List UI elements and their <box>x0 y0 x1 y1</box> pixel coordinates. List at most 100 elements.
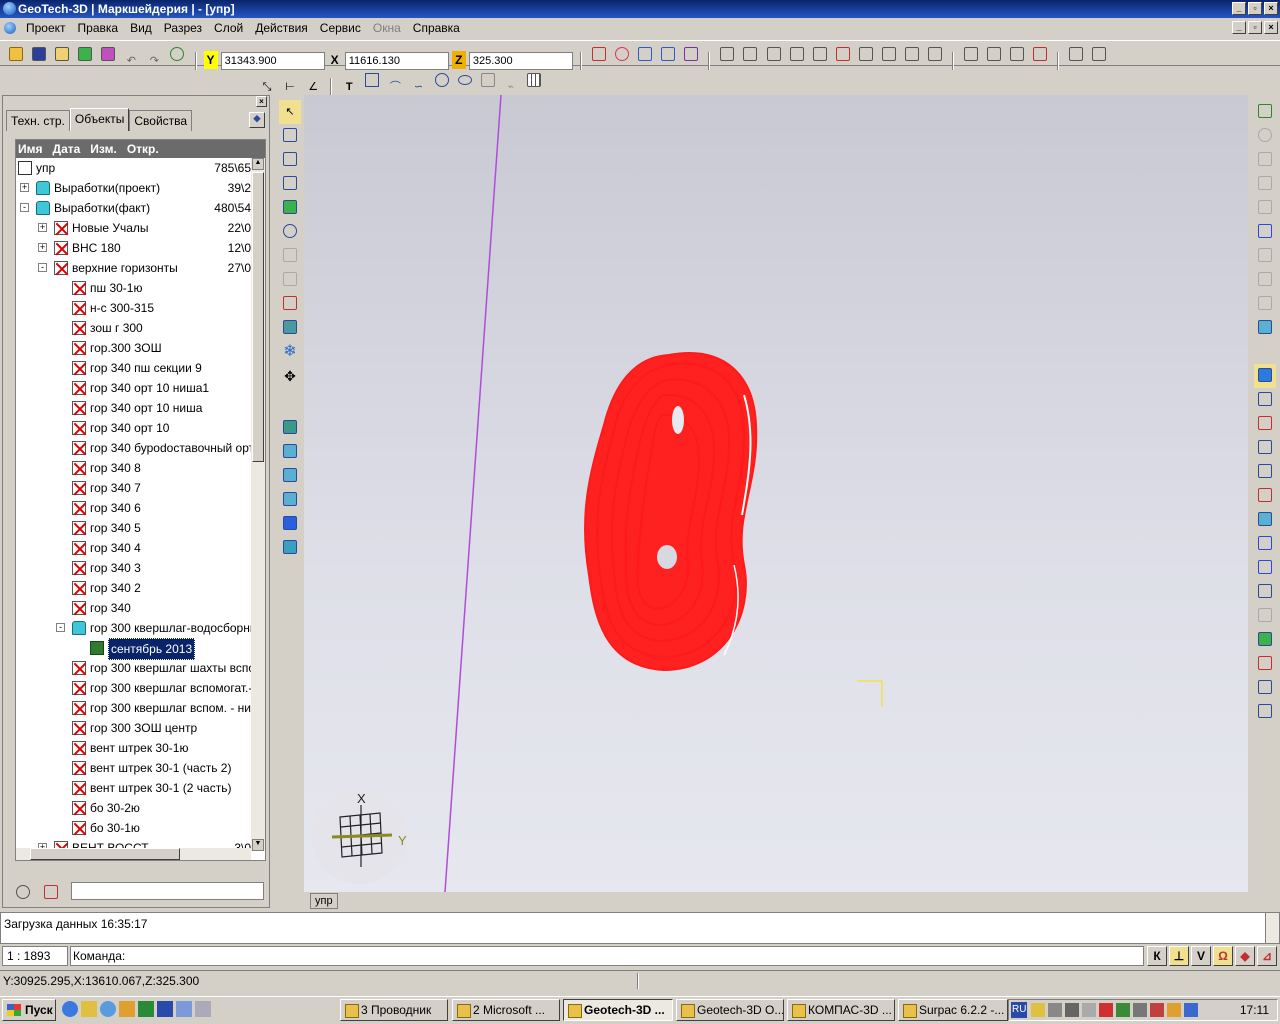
tree-row[interactable]: гор.300 ЗОШ <box>16 338 251 358</box>
snap-angle-icon[interactable]: V <box>1191 946 1211 966</box>
snowflake-icon[interactable]: ❄ <box>279 340 301 364</box>
tree-row[interactable]: + Выработки(проект) 39\2 <box>16 178 251 198</box>
layer-stack-icon[interactable] <box>279 416 301 440</box>
panel-close-button[interactable]: × <box>256 96 267 107</box>
layers-icon[interactable] <box>98 44 118 64</box>
tool-n-icon[interactable] <box>925 44 945 64</box>
tray-icon-2[interactable] <box>1048 1003 1062 1017</box>
snap-magnet-icon[interactable]: Ω <box>1213 946 1233 966</box>
ql-excel-icon[interactable] <box>138 1001 154 1017</box>
curve-icon[interactable]: ∽ <box>408 77 428 97</box>
hand-icon[interactable] <box>279 244 301 268</box>
expand-toggle-icon[interactable]: - <box>38 263 47 272</box>
tool-m-icon[interactable] <box>902 44 922 64</box>
ql-app2-icon[interactable] <box>176 1001 192 1017</box>
tool-i-icon[interactable] <box>810 44 830 64</box>
filter-icon[interactable] <box>41 882 61 902</box>
tree-row[interactable]: бо 30-2ю <box>16 798 251 818</box>
tree-row[interactable]: гор 300 ЗОШ центр <box>16 718 251 738</box>
select-node-icon[interactable] <box>279 148 301 172</box>
r-tool-14-icon[interactable] <box>1254 436 1276 460</box>
expand-toggle-icon[interactable]: - <box>56 623 65 632</box>
r-tool-11-icon[interactable] <box>1254 364 1276 388</box>
r-tool-23-icon[interactable] <box>1254 652 1276 676</box>
tool-j-icon[interactable] <box>833 44 853 64</box>
doc-minimize-button[interactable]: _ <box>1232 21 1246 34</box>
tool-a-icon[interactable] <box>589 44 609 64</box>
r-tool-25-icon[interactable] <box>1254 700 1276 724</box>
tree-row[interactable]: гор 340 <box>16 598 251 618</box>
r-tool-19-icon[interactable] <box>1254 556 1276 580</box>
tray-icon-9[interactable] <box>1167 1003 1181 1017</box>
expand-toggle-icon[interactable]: + <box>38 223 47 232</box>
object-tree[interactable]: Имя Дата Изм. Откр. упр 785\65 + Выработки(… <box>15 139 266 861</box>
tree-row[interactable]: - верхние горизонты 27\0 <box>16 258 251 278</box>
r-tool-2-icon[interactable] <box>1254 124 1276 148</box>
rectangle-icon[interactable] <box>362 70 382 90</box>
rotate-icon[interactable] <box>279 220 301 244</box>
text-icon[interactable]: T <box>339 77 359 97</box>
expand-toggle-icon[interactable]: - <box>20 203 29 212</box>
tree-row[interactable]: гор 340 орт 10 ниша1 <box>16 378 251 398</box>
r-tool-22-icon[interactable] <box>1254 628 1276 652</box>
menu-help[interactable]: Справка <box>407 18 466 38</box>
scale-field[interactable]: 1 : 1893 <box>2 946 68 966</box>
start-button[interactable]: Пуск <box>2 999 56 1021</box>
menu-layer[interactable]: Слой <box>208 18 249 38</box>
task-geotech-o[interactable]: Geotech-3D O... <box>676 999 784 1021</box>
task-surpac[interactable]: Surpac 6.2.2 -... <box>898 999 1008 1021</box>
maximize-button[interactable]: ▫ <box>1248 2 1262 15</box>
tab-objects[interactable]: Объекты <box>69 108 130 131</box>
tree-row[interactable]: гор 340 6 <box>16 498 251 518</box>
snap-ortho-icon[interactable]: ⊥ <box>1169 946 1189 966</box>
r-tool-16-icon[interactable] <box>1254 484 1276 508</box>
snap-grid-icon[interactable]: ⊿ <box>1257 946 1277 966</box>
menu-project[interactable]: Проект <box>20 18 72 38</box>
ruler-icon[interactable] <box>279 268 301 292</box>
tree-row[interactable]: гор 300 квершлаг шахты вспом <box>16 658 263 678</box>
cmd-k-button[interactable]: К <box>1147 946 1167 966</box>
3d-viewport[interactable]: X Y <box>304 95 1248 892</box>
menu-edit[interactable]: Правка <box>72 18 125 38</box>
ql-explorer-icon[interactable] <box>81 1001 97 1017</box>
language-indicator[interactable]: RU <box>1011 1002 1028 1018</box>
open-icon[interactable] <box>6 44 26 64</box>
tool-f-icon[interactable] <box>740 44 760 64</box>
tree-row[interactable]: - гор 300 квершлаг-водосборник <box>16 618 262 638</box>
panel-toggle-button[interactable]: ◆ <box>249 112 265 128</box>
r-tool-4-icon[interactable] <box>1254 172 1276 196</box>
tray-icon-1[interactable] <box>1031 1003 1045 1017</box>
snap-point-icon[interactable]: ◆ <box>1235 946 1255 966</box>
tree-row[interactable]: гор 340 5 <box>16 518 251 538</box>
doc-icon[interactable] <box>4 22 16 34</box>
tool-r-icon[interactable] <box>1066 44 1086 64</box>
tree-row[interactable]: вент штрек 30-1 (2 часть) <box>16 778 251 798</box>
frame-icon[interactable] <box>478 70 498 90</box>
tree-row[interactable]: гор 340 орт 10 ниша <box>16 398 251 418</box>
task-kompas[interactable]: КОМПАС-3D ... <box>787 999 895 1021</box>
redo-icon[interactable]: ↷ <box>144 51 164 71</box>
tray-icon-10[interactable] <box>1184 1003 1198 1017</box>
search-objects-icon[interactable] <box>13 882 33 902</box>
close-button[interactable]: × <box>1264 2 1278 15</box>
select-box-icon[interactable] <box>279 124 301 148</box>
tree-row[interactable]: вент штрек 30-1ю <box>16 738 251 758</box>
tray-icon-6[interactable] <box>1116 1003 1130 1017</box>
ellipse-icon[interactable] <box>455 70 475 90</box>
layer-c-icon[interactable] <box>279 488 301 512</box>
fill-icon[interactable] <box>279 316 301 340</box>
select-arrow-icon[interactable]: ↖ <box>279 100 301 124</box>
tree-row[interactable]: гор 340 4 <box>16 538 251 558</box>
layer-b-icon[interactable] <box>279 464 301 488</box>
tree-vscrollbar[interactable]: ▲ ▼ <box>251 158 265 851</box>
minimize-button[interactable]: _ <box>1232 2 1246 15</box>
circle-icon[interactable] <box>432 70 452 90</box>
paint-icon[interactable] <box>279 292 301 316</box>
menu-actions[interactable]: Действия <box>249 18 314 38</box>
angle-icon[interactable]: ∠ <box>303 77 323 97</box>
save-icon[interactable] <box>29 44 49 64</box>
tree-row[interactable]: н-с 300-315 <box>16 298 251 318</box>
tray-icon-4[interactable] <box>1082 1003 1096 1017</box>
task-microsoft[interactable]: 2 Microsoft ... <box>452 999 560 1021</box>
tool-d-icon[interactable] <box>681 44 701 64</box>
